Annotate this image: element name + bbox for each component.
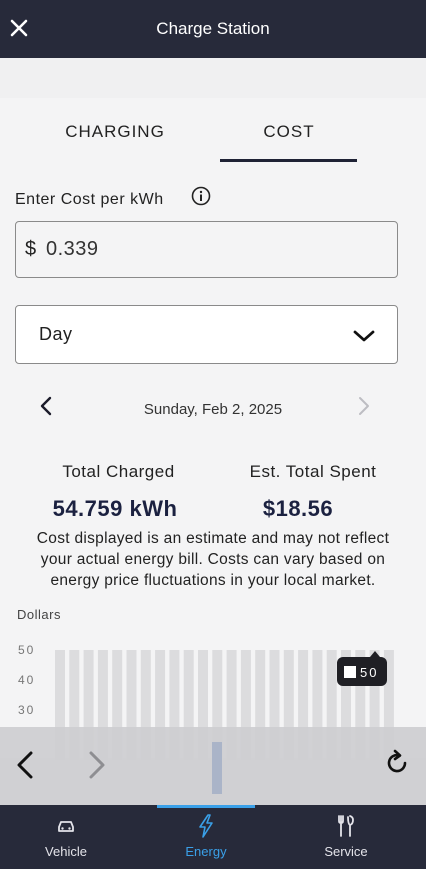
chevron-right-icon: [359, 397, 369, 415]
total-spent-label: Est. Total Spent: [249, 462, 377, 481]
y-tick-label: 50: [18, 643, 35, 657]
period-select-value: Day: [39, 324, 73, 344]
chevron-down-icon: [353, 330, 375, 342]
disclaimer-line: your actual energy bill. Costs can vary …: [40, 551, 386, 568]
reload-icon[interactable]: [383, 749, 411, 777]
car-icon: [58, 821, 74, 832]
cost-per-kwh-value[interactable]: 0.339: [46, 238, 99, 261]
disclaimer-line: energy price fluctuations in your local …: [50, 572, 376, 589]
forward-arrow-icon[interactable]: [86, 747, 108, 783]
browser-toolbar: [0, 727, 426, 805]
period-select[interactable]: Day: [15, 305, 398, 364]
nav-item-label: Vehicle: [45, 844, 87, 859]
total-charged-value: 54.759 kWh: [52, 496, 178, 521]
nav-item-label: Service: [324, 844, 368, 859]
y-tick-label: 40: [18, 673, 35, 687]
nav-item-vehicle[interactable]: Vehicle: [11, 805, 121, 869]
currency-symbol: $: [25, 238, 37, 260]
bottom-nav: Vehicle Energy Service: [0, 805, 426, 869]
nav-item-label: Energy: [185, 844, 227, 859]
tab-charging[interactable]: CHARGING: [35, 122, 195, 162]
page-title: Charge Station: [156, 19, 270, 38]
chart-tooltip-value: 50: [360, 665, 378, 680]
nav-item-service[interactable]: Service: [291, 805, 401, 869]
info-icon[interactable]: [191, 186, 211, 206]
disclaimer-line: Cost displayed is an estimate and may no…: [36, 530, 390, 547]
cost-per-kwh-label: Enter Cost per kWh: [15, 191, 164, 208]
chart-bar-highlight: [212, 742, 222, 794]
header-bar: Charge Station: [0, 0, 426, 58]
y-tick-label: 30: [18, 703, 35, 717]
cost-per-kwh-input[interactable]: $ 0.339: [15, 221, 398, 278]
back-arrow-icon[interactable]: [14, 747, 36, 783]
lightning-icon: [199, 814, 213, 838]
total-charged-label: Total Charged: [62, 462, 175, 481]
chart-y-axis-label: Dollars: [17, 607, 61, 622]
tab-cost[interactable]: COST: [222, 122, 356, 162]
active-tab-indicator: [220, 159, 357, 162]
total-spent-value: $18.56: [262, 496, 334, 521]
cost-disclaimer: Cost displayed is an estimate and may no…: [10, 528, 416, 591]
nav-item-energy[interactable]: Energy: [151, 805, 261, 869]
tools-icon: [338, 815, 354, 837]
